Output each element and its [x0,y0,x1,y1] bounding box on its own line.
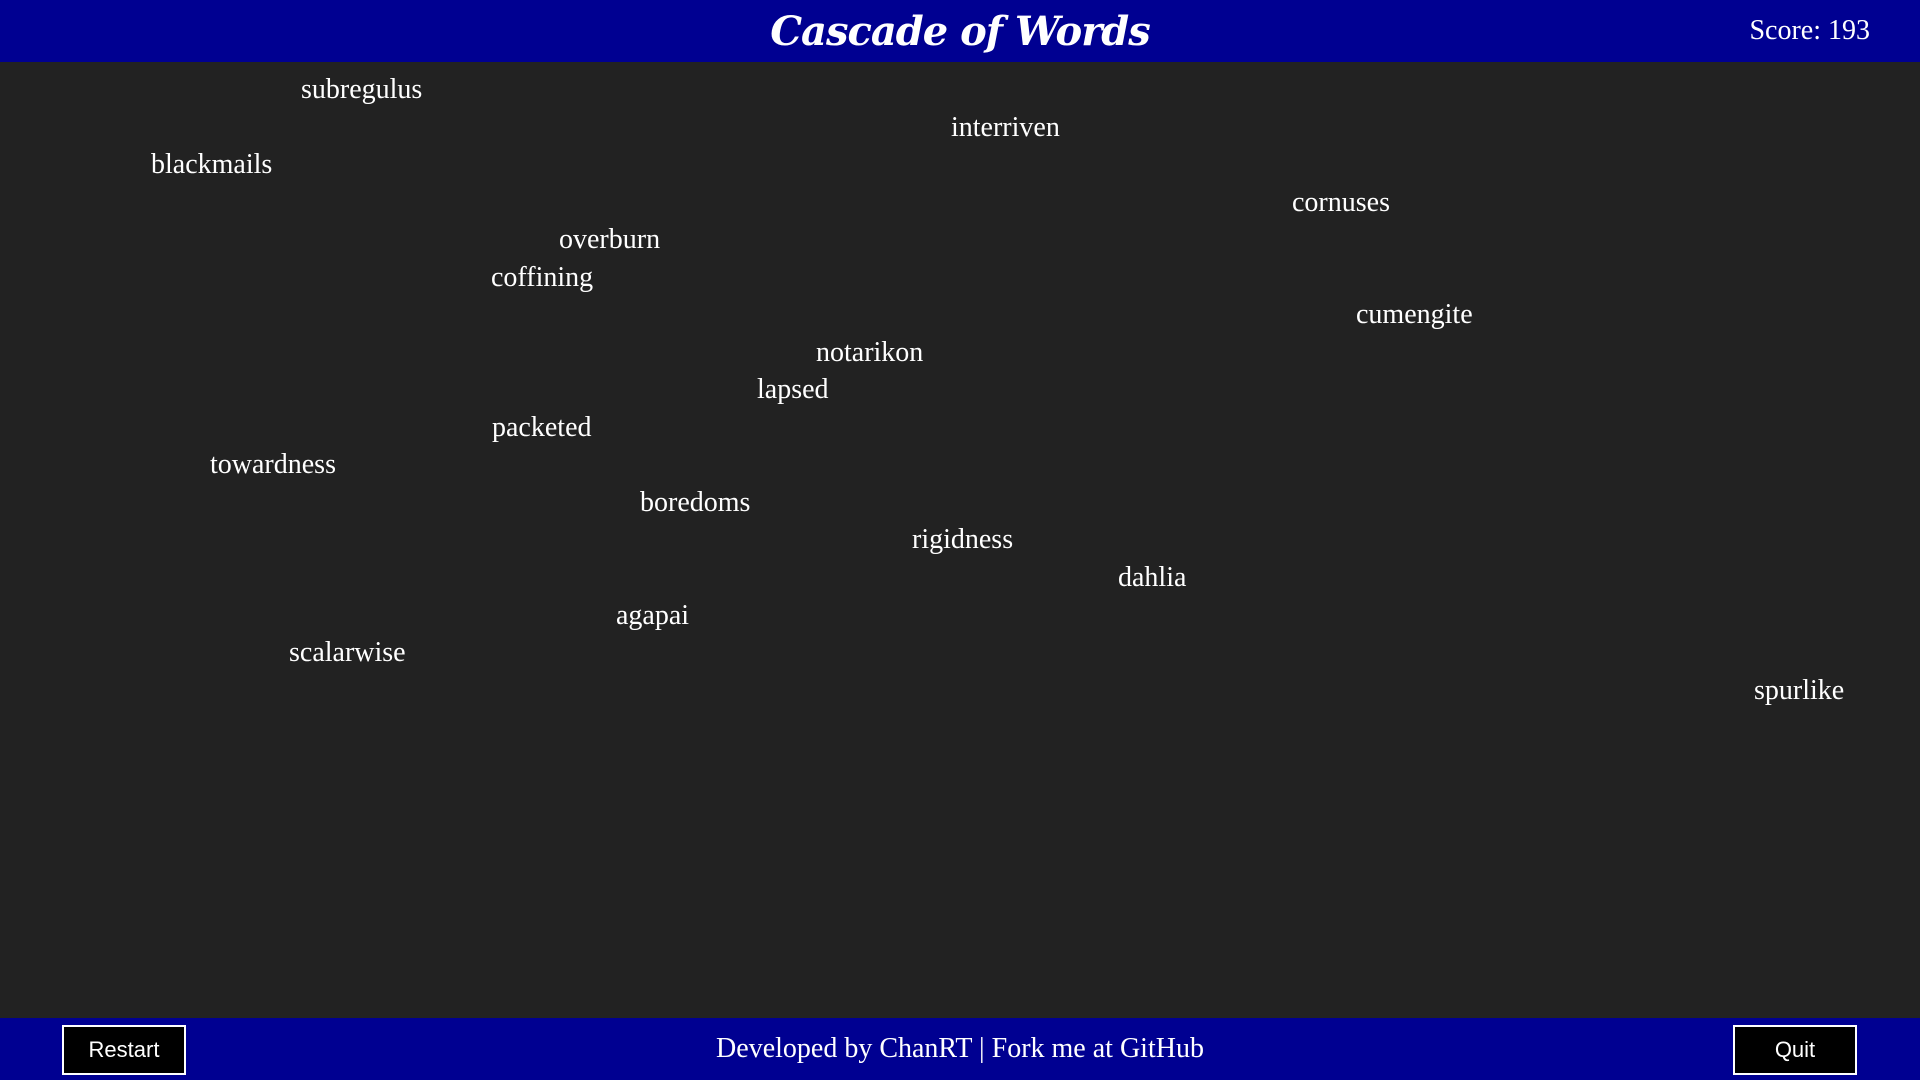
falling-word: overburn [559,224,661,255]
falling-word: notarikon [816,337,924,368]
game-title: Cascade of Words [770,8,1151,55]
falling-word: cumengite [1356,299,1473,330]
word-playfield: subregulus interriven blackmails cornuses ov… [0,0,1920,1018]
falling-word: blackmails [151,149,273,180]
falling-word: packeted [492,412,592,443]
header-bar: Cascade of Words Score: 193 [0,0,1920,62]
score-display: Score: 193 [1749,15,1870,46]
falling-word: interriven [951,112,1060,143]
falling-word: lapsed [757,374,829,405]
falling-word: rigidness [912,524,1014,555]
developer-credits[interactable]: Developed by ChanRT | Fork me at GitHub [0,1032,1920,1066]
falling-word: towardness [210,449,336,480]
footer-bar: Restart Developed by ChanRT | Fork me at… [0,1018,1920,1080]
falling-word: dahlia [1118,562,1187,593]
falling-word: agapai [616,600,690,631]
falling-word: cornuses [1292,187,1390,218]
game-screen: subregulus interriven blackmails cornuses ov… [0,0,1920,1080]
falling-word: scalarwise [289,637,406,668]
falling-word: subregulus [301,74,423,105]
quit-button[interactable]: Quit [1733,1025,1857,1075]
falling-word: boredoms [640,487,751,518]
falling-word: spurlike [1754,675,1845,706]
falling-word: coffining [491,262,594,293]
